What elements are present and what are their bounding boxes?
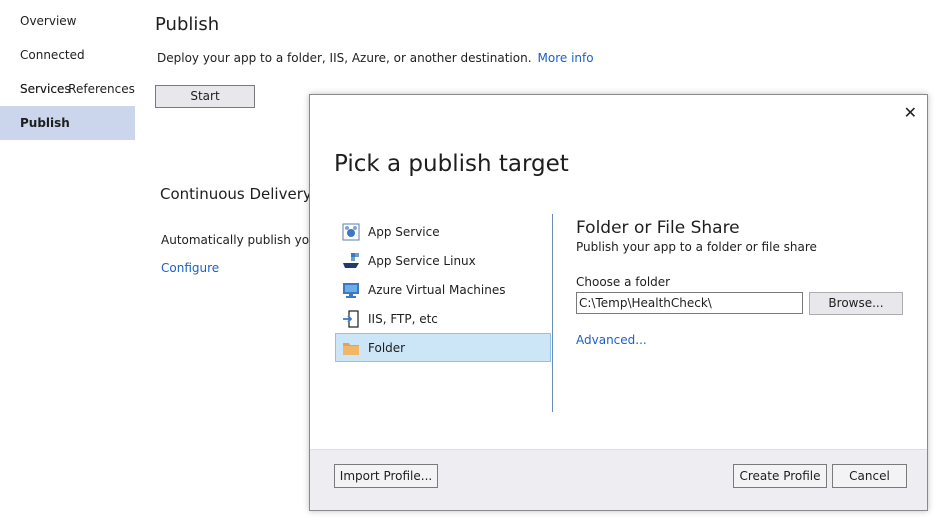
target-iis-ftp[interactable]: IIS, FTP, etc [335, 304, 551, 333]
configure-link[interactable]: Configure [161, 261, 219, 275]
start-button[interactable]: Start [155, 85, 255, 108]
target-label: IIS, FTP, etc [368, 311, 438, 326]
dialog-footer: Import Profile... Create Profile Cancel [310, 449, 927, 510]
detail-subtitle: Publish your app to a folder or file sha… [576, 240, 817, 254]
target-app-service-linux[interactable]: App Service Linux [335, 246, 551, 275]
publish-target-dialog: ✕ Pick a publish target App Service App … [309, 94, 928, 511]
publish-description-text: Deploy your app to a folder, IIS, Azure,… [157, 51, 532, 65]
dialog-divider [552, 214, 553, 412]
cancel-button[interactable]: Cancel [832, 464, 907, 488]
app-service-linux-icon [342, 252, 360, 270]
folder-path-input[interactable] [576, 292, 803, 314]
import-profile-button[interactable]: Import Profile... [334, 464, 438, 488]
target-azure-vm[interactable]: Azure Virtual Machines [335, 275, 551, 304]
target-list: App Service App Service Linux Azure Virt… [335, 217, 551, 362]
folder-icon [342, 339, 360, 357]
target-label: App Service [368, 224, 440, 239]
target-folder[interactable]: Folder [335, 333, 551, 362]
target-app-service[interactable]: App Service [335, 217, 551, 246]
page-title: Publish [155, 14, 220, 35]
close-icon[interactable]: ✕ [904, 103, 917, 122]
browse-button[interactable]: Browse... [809, 292, 903, 315]
create-profile-button[interactable]: Create Profile [733, 464, 827, 488]
dialog-title: Pick a publish target [334, 151, 569, 177]
azure-vm-icon [342, 281, 360, 299]
left-nav: Overview Connected Services Service Refe… [0, 0, 135, 140]
nav-item-connected-services[interactable]: Connected Services [0, 38, 135, 96]
app-service-icon [342, 223, 360, 241]
target-label: Folder [368, 340, 406, 355]
target-label: Azure Virtual Machines [368, 282, 506, 297]
nav-item-publish[interactable]: Publish [0, 106, 135, 140]
target-label: App Service Linux [368, 253, 476, 268]
nav-item-overview[interactable]: Overview [0, 4, 135, 38]
advanced-link[interactable]: Advanced... [576, 333, 647, 347]
detail-title: Folder or File Share [576, 218, 740, 238]
more-info-link[interactable]: More info [538, 51, 594, 65]
iis-ftp-icon [342, 309, 360, 328]
nav-item-service-references[interactable]: Service References [0, 72, 135, 106]
continuous-delivery-title: Continuous Delivery [160, 185, 312, 203]
continuous-delivery-description: Automatically publish your [161, 233, 322, 247]
publish-description: Deploy your app to a folder, IIS, Azure,… [157, 51, 594, 65]
target-detail: Folder or File Share Publish your app to… [576, 218, 817, 254]
choose-folder-label: Choose a folder [576, 275, 671, 289]
